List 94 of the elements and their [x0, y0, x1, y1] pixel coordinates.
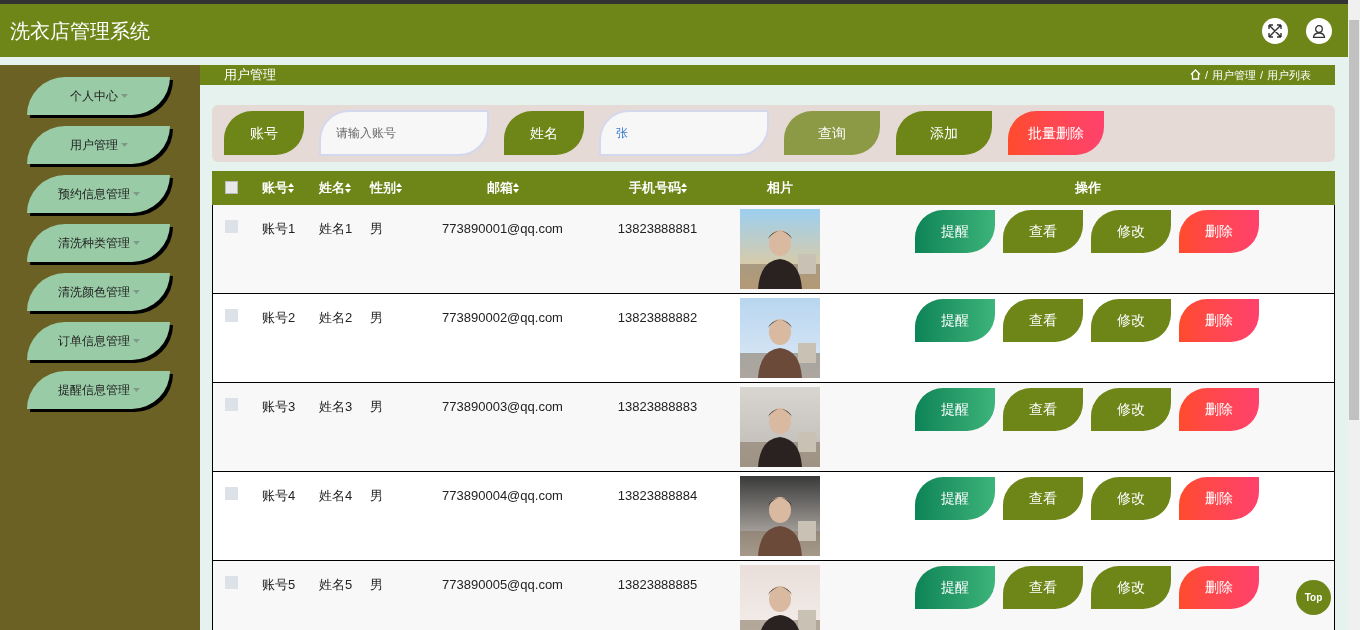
row-action-button[interactable]: 提醒	[915, 565, 995, 609]
sort-icon[interactable]	[345, 183, 351, 194]
caret-icon	[132, 388, 140, 392]
table-cell: 账号1	[262, 220, 296, 236]
select-all-checkbox[interactable]	[224, 181, 238, 194]
table-cell: 773890004@qq.com	[442, 487, 563, 503]
breadcrumb-link[interactable]: 用户管理	[1211, 66, 1256, 83]
sidebar-menu-item[interactable]: 用户管理	[27, 126, 170, 164]
table-cell: 男	[370, 576, 383, 592]
column-header[interactable]: 账号	[262, 179, 294, 195]
table-cell: 男	[370, 487, 383, 503]
row-checkbox[interactable]	[225, 486, 238, 500]
table-cell: 13823888884	[617, 487, 698, 503]
search-field[interactable]: 请输入账号	[319, 110, 489, 156]
breadcrumb-link[interactable]: 用户列表	[1267, 66, 1311, 83]
table-cell: 姓名2	[319, 309, 353, 325]
table-cell: 姓名3	[319, 398, 353, 414]
caret-icon	[132, 290, 140, 294]
app-title: 洗衣店管理系统	[10, 18, 150, 44]
row-action-button[interactable]: 查看	[1003, 565, 1083, 609]
field-label: 姓名	[504, 111, 584, 155]
page-title: 用户管理	[224, 66, 276, 84]
table-cell: 账号5	[262, 576, 296, 592]
table-cell: 13823888883	[617, 398, 698, 414]
table-cell: 姓名5	[319, 576, 353, 592]
table-cell: 13823888881	[617, 220, 698, 236]
column-header[interactable]: 邮箱	[486, 179, 519, 195]
caret-icon	[132, 192, 140, 196]
row-action-button[interactable]: 修改	[1091, 476, 1171, 520]
table-cell: 13823888882	[617, 309, 698, 325]
sidebar-menu-item[interactable]: 提醒信息管理	[27, 371, 170, 409]
home-icon[interactable]	[1189, 69, 1201, 81]
scrollbar[interactable]	[1348, 0, 1360, 630]
row-action-button[interactable]: 删除	[1179, 209, 1259, 253]
table-cell: 773890001@qq.com	[442, 220, 563, 236]
row-checkbox[interactable]	[225, 575, 238, 589]
column-header[interactable]: 性别	[370, 179, 402, 195]
column-header: 操作	[1074, 179, 1101, 195]
row-action-button[interactable]: 查看	[1003, 209, 1083, 253]
table-cell: 男	[370, 398, 383, 414]
caret-icon	[132, 339, 140, 343]
sidebar-menu-item[interactable]: 预约信息管理	[27, 175, 170, 213]
toolbar-button[interactable]: 批量删除	[1008, 111, 1104, 155]
column-header[interactable]: 手机号码	[628, 179, 687, 195]
sidebar-menu-item[interactable]: 清洗颜色管理	[27, 273, 170, 311]
row-action-button[interactable]: 查看	[1003, 298, 1083, 342]
table-cell: 13823888885	[617, 576, 698, 592]
field-label: 账号	[224, 111, 304, 155]
sidebar-menu-item[interactable]: 个人中心	[27, 77, 170, 115]
sort-icon[interactable]	[396, 183, 402, 194]
table-cell: 姓名1	[319, 220, 353, 236]
row-action-button[interactable]: 提醒	[915, 387, 995, 431]
sort-icon[interactable]	[288, 183, 294, 194]
breadcrumb-separator: /	[1204, 67, 1208, 83]
row-action-button[interactable]: 删除	[1179, 565, 1259, 609]
caret-icon	[120, 94, 128, 98]
row-action-button[interactable]: 删除	[1179, 476, 1259, 520]
row-action-button[interactable]: 查看	[1003, 476, 1083, 520]
row-action-button[interactable]: 修改	[1091, 298, 1171, 342]
row-action-button[interactable]: 提醒	[915, 209, 995, 253]
breadcrumb-separator: /	[1259, 67, 1263, 83]
table-cell: 账号3	[262, 398, 296, 414]
table-cell: 773890003@qq.com	[442, 398, 563, 414]
table-cell: 男	[370, 220, 383, 236]
row-action-button[interactable]: 提醒	[915, 476, 995, 520]
table-cell: 姓名4	[319, 487, 353, 503]
sidebar-menu-item[interactable]: 订单信息管理	[27, 322, 170, 360]
search-field[interactable]: 张	[599, 110, 769, 156]
sidebar-menu-item[interactable]: 清洗种类管理	[27, 224, 170, 262]
table-cell: 男	[370, 309, 383, 325]
fullscreen-icon[interactable]	[1262, 17, 1288, 44]
user-icon[interactable]	[1306, 17, 1332, 44]
table-cell: 账号2	[262, 309, 296, 325]
table-cell: 773890005@qq.com	[442, 576, 563, 592]
row-action-button[interactable]: 查看	[1003, 387, 1083, 431]
toolbar-button[interactable]: 查询	[784, 111, 880, 155]
sort-icon[interactable]	[680, 183, 687, 194]
caret-icon	[132, 241, 140, 245]
row-checkbox[interactable]	[225, 308, 238, 322]
toolbar-button[interactable]: 添加	[896, 111, 992, 155]
row-checkbox[interactable]	[225, 219, 238, 233]
row-action-button[interactable]: 修改	[1091, 565, 1171, 609]
table-cell: 773890002@qq.com	[442, 309, 563, 325]
column-header[interactable]: 姓名	[319, 179, 351, 195]
caret-icon	[120, 143, 128, 147]
table-cell: 账号4	[262, 487, 296, 503]
row-action-button[interactable]: 删除	[1179, 387, 1259, 431]
row-action-button[interactable]: 修改	[1091, 387, 1171, 431]
column-header: 相片	[767, 179, 793, 195]
row-action-button[interactable]: 删除	[1179, 298, 1259, 342]
row-action-button[interactable]: 提醒	[915, 298, 995, 342]
row-checkbox[interactable]	[225, 397, 238, 411]
row-action-button[interactable]: 修改	[1091, 209, 1171, 253]
sort-icon[interactable]	[512, 183, 519, 194]
